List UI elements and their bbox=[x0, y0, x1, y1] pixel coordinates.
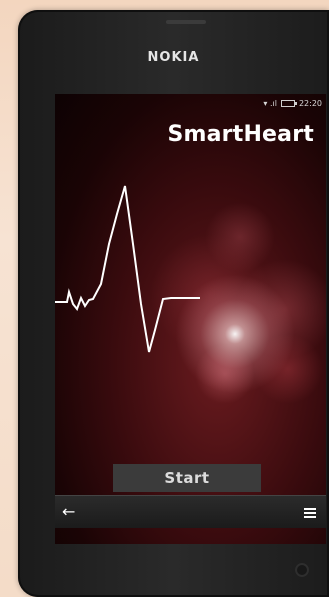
device-brand: NOKIA bbox=[147, 50, 200, 65]
start-button[interactable]: Start bbox=[113, 464, 261, 492]
app-screen: ▾ .ıl 22:20 SmartHeart Start ← bbox=[55, 94, 326, 544]
speaker-grille bbox=[166, 20, 206, 24]
menu-icon[interactable] bbox=[304, 506, 316, 518]
home-button[interactable] bbox=[295, 563, 309, 577]
phone-frame: NOKIA ▾ .ıl 22:20 SmartHeart Start ← bbox=[18, 10, 329, 597]
back-arrow-icon[interactable]: ← bbox=[62, 502, 75, 522]
bottom-toolbar: ← bbox=[55, 495, 326, 528]
